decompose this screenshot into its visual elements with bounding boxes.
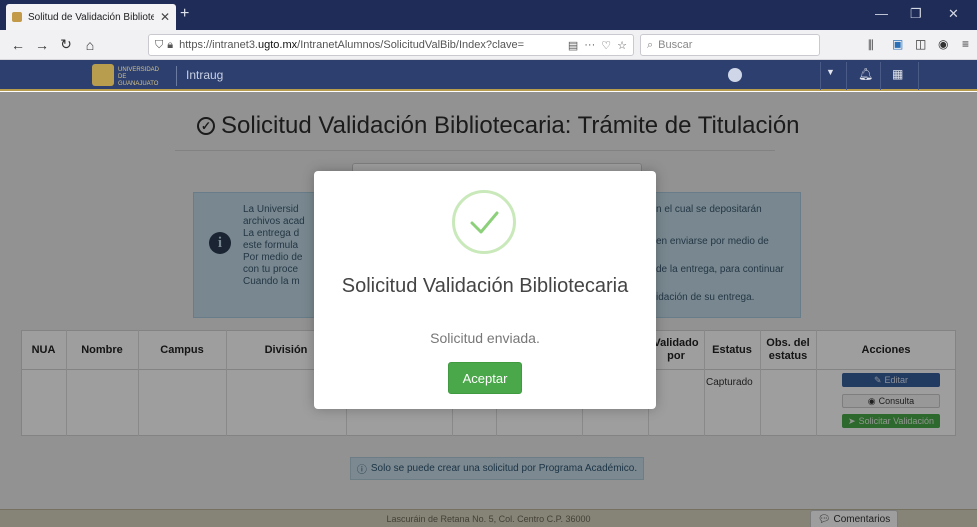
grid-icon[interactable]: ▦ xyxy=(892,67,903,81)
menu-icon[interactable]: ≡ xyxy=(962,37,969,51)
minimize-icon[interactable]: — xyxy=(875,6,888,21)
browser-tab[interactable]: Solitud de Validación Bibliotec ✕ xyxy=(6,4,176,30)
header-divider xyxy=(918,62,919,90)
window-close-icon[interactable]: ✕ xyxy=(948,6,959,22)
logo-text: UNIVERSIDAD DE GUANAJUATO xyxy=(118,67,160,87)
tab-close-icon[interactable]: ✕ xyxy=(160,10,170,24)
modal-title: Solicitud Validación Bibliotecaria xyxy=(341,275,629,297)
account-icon[interactable]: ◉ xyxy=(938,37,948,51)
new-tab-button[interactable]: + xyxy=(180,5,189,23)
page-actions-icon[interactable]: ··· xyxy=(584,39,595,51)
url-bar[interactable]: ⛉ 🔒︎ https://intranet3.ugto.mx/IntranetA… xyxy=(148,34,634,56)
forward-icon[interactable]: → xyxy=(30,37,54,53)
reload-icon[interactable]: ↻ xyxy=(54,36,78,53)
pocket-icon[interactable]: ♡ xyxy=(601,39,611,52)
url-text: https://intranet3.ugto.mx/IntranetAlumno… xyxy=(179,39,525,51)
bell-icon[interactable]: 🔔︎ xyxy=(858,67,873,81)
header-divider xyxy=(176,66,177,86)
tab-title: Solitud de Validación Bibliotec xyxy=(28,11,154,23)
header-divider xyxy=(820,62,821,90)
chevron-down-icon[interactable]: ▼ xyxy=(826,67,835,77)
restore-icon[interactable]: ❐ xyxy=(910,6,922,22)
browser-search-input[interactable]: ⌕ Buscar xyxy=(640,34,820,56)
accept-button[interactable]: Aceptar xyxy=(448,362,522,394)
reader-icon[interactable]: ▤ xyxy=(568,39,578,52)
back-icon[interactable]: ← xyxy=(6,37,30,53)
library-icon[interactable]: ⫼ xyxy=(868,38,874,53)
app-name[interactable]: Intraug xyxy=(186,68,223,82)
search-icon: ⌕ xyxy=(647,38,654,51)
home-icon[interactable]: ⌂ xyxy=(78,37,102,53)
header-divider xyxy=(846,62,847,90)
shield-icon: ⛉ xyxy=(155,38,164,51)
modal-subtitle: Solicitud enviada. xyxy=(430,330,540,346)
bookmark-star-icon[interactable]: ☆ xyxy=(617,39,627,52)
search-placeholder: Buscar xyxy=(658,39,693,51)
university-logo[interactable] xyxy=(92,64,114,86)
favicon-icon xyxy=(12,12,22,22)
reader-view-icon[interactable]: ▣ xyxy=(892,37,903,51)
header-divider xyxy=(880,62,881,90)
sidebar-icon[interactable]: ◫ xyxy=(915,37,926,51)
lock-icon: 🔒︎ xyxy=(167,38,174,51)
checkmark-icon xyxy=(470,211,499,234)
success-check-icon xyxy=(452,190,516,254)
user-avatar[interactable] xyxy=(728,68,742,82)
